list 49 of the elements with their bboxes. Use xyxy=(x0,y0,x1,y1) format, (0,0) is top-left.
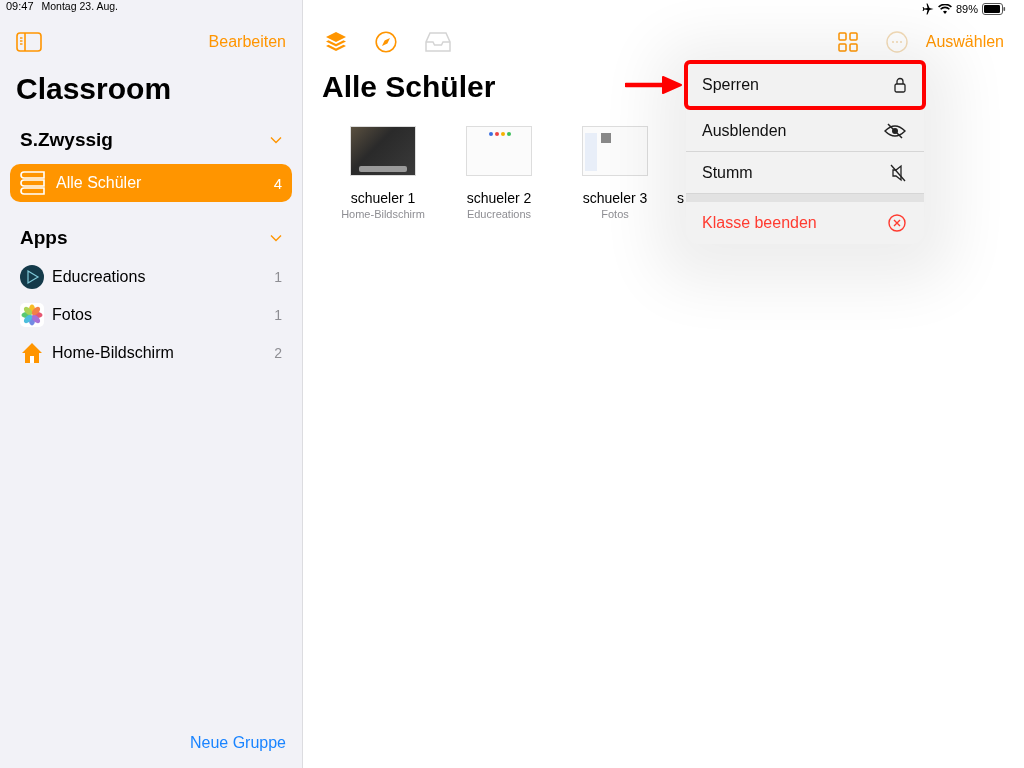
student-app: Fotos xyxy=(601,208,629,220)
flower-icon xyxy=(20,303,44,327)
item-label: Fotos xyxy=(52,306,93,324)
battery-icon xyxy=(982,3,1006,15)
eye-slash-icon xyxy=(884,122,906,139)
student-name: schueler 2 xyxy=(466,190,532,206)
compass-icon[interactable] xyxy=(375,31,397,53)
sidebar-toggle-icon[interactable] xyxy=(16,32,42,52)
screen-thumbnail[interactable] xyxy=(350,126,416,176)
chevron-icon[interactable] xyxy=(270,234,282,242)
screen-thumbnail[interactable] xyxy=(466,126,532,176)
lock-icon xyxy=(894,77,906,93)
sidebar-title: Classroom xyxy=(16,72,173,107)
student-app: Home-Bildschirm xyxy=(341,208,425,220)
student-name: schueler 1 xyxy=(350,190,416,206)
screen-thumbnail[interactable] xyxy=(582,126,648,176)
section-heading: S.Zwyssig xyxy=(20,129,113,151)
page-title: Alle Schüler xyxy=(322,70,496,105)
close-circle-icon xyxy=(888,214,906,232)
item-count: 1 xyxy=(274,307,282,323)
menu-item[interactable]: Sperren xyxy=(684,60,926,110)
menu-item[interactable]: Ausblenden xyxy=(686,110,924,152)
item-count: 4 xyxy=(273,174,282,192)
layers-icon[interactable] xyxy=(325,31,347,53)
annotation-arrow xyxy=(625,75,683,95)
wifi-icon xyxy=(937,3,952,15)
airplane-icon xyxy=(921,3,934,15)
chevron-icon[interactable] xyxy=(270,136,282,144)
sidebar-item[interactable]: Educreations 1 xyxy=(10,258,292,296)
student-name: schueler 3 xyxy=(582,190,648,206)
item-label: Educreations xyxy=(52,268,147,286)
section-heading: Apps xyxy=(20,227,68,249)
house-icon xyxy=(20,341,44,365)
status-date: Montag 23. Aug. xyxy=(41,0,118,14)
sidebar-item[interactable]: Home-Bildschirm 2 xyxy=(10,334,292,372)
status-time: 09:47 xyxy=(6,0,34,14)
more-icon[interactable] xyxy=(885,31,908,53)
sidebar-item[interactable]: Fotos 1 xyxy=(10,296,292,334)
books-icon xyxy=(20,170,48,196)
item-count: 1 xyxy=(274,269,282,285)
student-app: Educreations xyxy=(466,208,532,220)
item-label: Alle Schüler xyxy=(56,174,143,192)
item-count: 2 xyxy=(274,345,282,361)
speaker-mute-icon xyxy=(890,163,906,182)
battery-percent: 89% xyxy=(955,3,978,15)
app-logo-icon xyxy=(20,265,44,289)
item-label: Home-Bildschirm xyxy=(52,344,175,362)
student-name: s xyxy=(677,190,684,206)
grid-icon[interactable] xyxy=(837,32,858,52)
